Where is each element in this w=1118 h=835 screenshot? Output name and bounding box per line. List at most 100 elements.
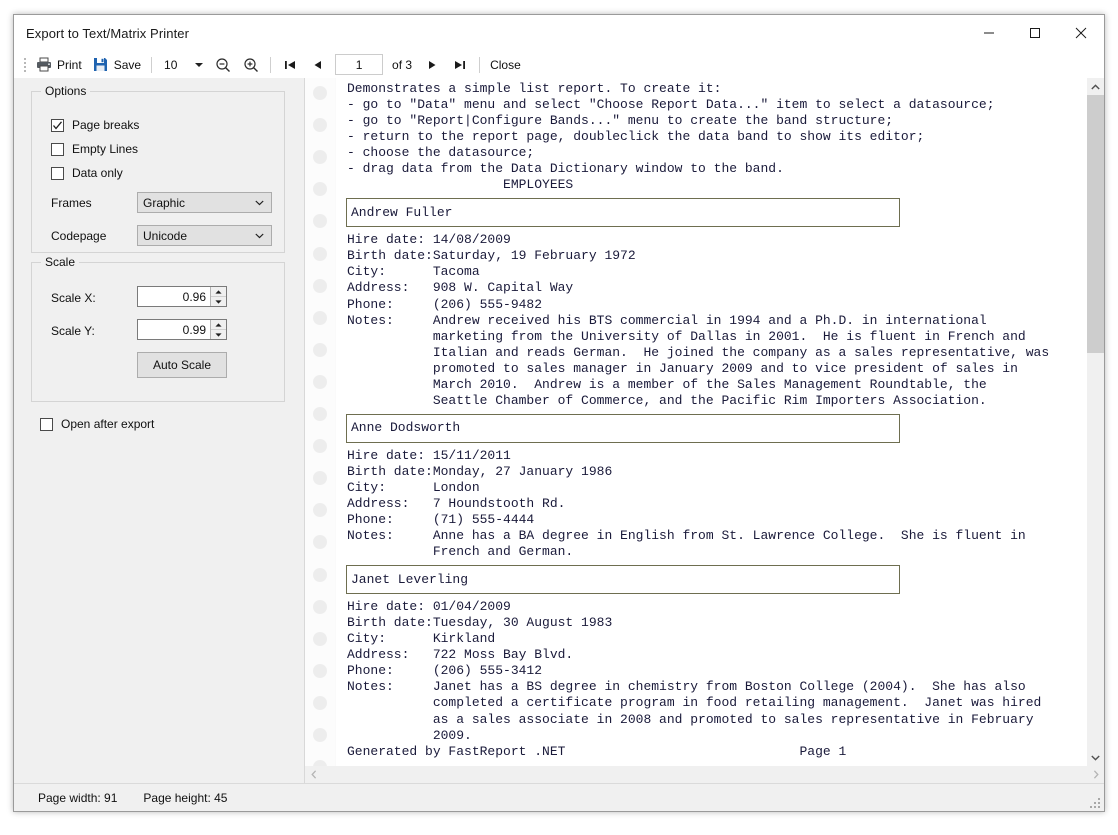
- toolbar-grip[interactable]: [22, 56, 28, 74]
- maximize-icon[interactable]: [1012, 15, 1058, 51]
- checkbox-open-after-export[interactable]: Open after export: [40, 417, 154, 431]
- spin-up-icon[interactable]: [211, 320, 226, 330]
- scroll-left-icon[interactable]: [305, 770, 322, 779]
- chevron-down-icon: [255, 200, 264, 206]
- employee-detail-line: completed a certificate program in food …: [347, 695, 1042, 711]
- checkbox-checked-icon: [51, 118, 64, 132]
- perforation-hole: [313, 246, 327, 261]
- chevron-down-icon: [195, 62, 204, 67]
- employee-detail-line: as a sales associate in 2008 and promote…: [347, 711, 1034, 727]
- open-after-export-label: Open after export: [61, 417, 155, 431]
- checkbox-page-breaks[interactable]: Page breaks: [51, 118, 139, 132]
- preview-viewport: Demonstrates a simple list report. To cr…: [305, 78, 1104, 766]
- spin-down-icon[interactable]: [211, 330, 226, 339]
- employee-detail-line: Notes: Janet has a BS degree in chemistr…: [347, 679, 1026, 695]
- vertical-scroll-thumb[interactable]: [1087, 95, 1104, 353]
- next-page-icon: [423, 56, 441, 74]
- zoom-out-button[interactable]: [209, 54, 237, 76]
- minimize-icon[interactable]: [966, 15, 1012, 51]
- perforation-hole: [313, 599, 327, 614]
- employee-detail-line: City: Tacoma: [347, 264, 480, 280]
- perforation-hole: [313, 567, 327, 582]
- last-page-button[interactable]: [446, 54, 474, 76]
- window-title: Export to Text/Matrix Printer: [26, 25, 190, 41]
- preview-vertical-scrollbar[interactable]: [1086, 78, 1104, 766]
- checkbox-data-only[interactable]: Data only: [51, 166, 123, 180]
- employee-detail-line: March 2010. Andrew is a member of the Sa…: [347, 376, 987, 392]
- employee-detail-line: Notes: Andrew received his BTS commercia…: [347, 312, 987, 328]
- scroll-down-icon[interactable]: [1087, 749, 1104, 766]
- next-page-button[interactable]: [418, 54, 446, 76]
- checkbox-empty-icon: [40, 417, 53, 431]
- scale-x-value: 0.96: [182, 289, 206, 304]
- status-page-height: Page height: 45: [143, 790, 228, 805]
- status-page-width: Page width: 91: [38, 790, 118, 805]
- page-count-label: of 3: [392, 57, 413, 72]
- codepage-combo[interactable]: Unicode: [137, 225, 272, 246]
- perforation-hole: [313, 535, 327, 550]
- employee-detail-line: Birth date:Tuesday, 30 August 1983: [347, 615, 613, 631]
- preview-pane: Demonstrates a simple list report. To cr…: [305, 78, 1104, 783]
- preview-horizontal-scrollbar[interactable]: [305, 766, 1104, 783]
- employee-detail-line: French and German.: [347, 544, 574, 560]
- employee-name: Janet Leverling: [351, 571, 469, 587]
- scale-x-spin-buttons[interactable]: [210, 287, 226, 306]
- options-pane: Options Page breaks Empty Lines Data onl…: [14, 78, 305, 783]
- report-intro-line: Demonstrates a simple list report. To cr…: [347, 81, 722, 96]
- perforation-hole: [313, 214, 327, 229]
- zoom-level-combo[interactable]: 10: [157, 53, 210, 76]
- employee-name-frame: Janet Leverling: [346, 565, 900, 595]
- close-label: Close: [490, 57, 521, 72]
- toolbar-separator-2: [270, 56, 272, 73]
- frames-combo[interactable]: Graphic: [137, 192, 272, 213]
- previous-page-button[interactable]: [304, 54, 332, 76]
- employee-detail-line: 2009.: [347, 727, 472, 743]
- checkbox-empty-icon: [51, 142, 64, 156]
- title-bar: Export to Text/Matrix Printer: [14, 15, 1104, 51]
- first-page-icon: [281, 56, 299, 74]
- save-button[interactable]: Save: [87, 54, 146, 76]
- close-icon[interactable]: [1058, 15, 1104, 51]
- perforation-hole: [313, 278, 327, 293]
- auto-scale-button[interactable]: Auto Scale: [137, 352, 227, 378]
- first-page-button[interactable]: [276, 54, 304, 76]
- scroll-up-icon[interactable]: [1087, 78, 1104, 95]
- scale-y-stepper[interactable]: 0.99: [137, 319, 227, 340]
- scale-x-stepper[interactable]: 0.96: [137, 286, 227, 307]
- floppy-disk-icon: [92, 56, 110, 74]
- toolbar-separator-3: [479, 56, 481, 73]
- data-only-label: Data only: [72, 166, 123, 180]
- scale-y-spin-buttons[interactable]: [210, 320, 226, 339]
- main-content: Options Page breaks Empty Lines Data onl…: [14, 78, 1104, 783]
- spin-up-icon[interactable]: [211, 287, 226, 297]
- employee-detail-line: City: London: [347, 479, 480, 495]
- resize-grip-icon[interactable]: [1088, 796, 1100, 808]
- scale-y-value: 0.99: [182, 322, 206, 337]
- employee-detail-line: promoted to sales manager in January 200…: [347, 360, 1018, 376]
- perforation-hole: [313, 118, 327, 133]
- report-section-heading: EMPLOYEES: [347, 177, 574, 193]
- zoom-in-button[interactable]: [237, 54, 265, 76]
- scroll-right-icon[interactable]: [1087, 770, 1104, 779]
- spin-down-icon[interactable]: [211, 297, 226, 306]
- previous-page-icon: [309, 56, 327, 74]
- checkbox-empty-lines[interactable]: Empty Lines: [51, 142, 138, 156]
- scale-x-label: Scale X:: [51, 291, 96, 305]
- employee-detail-line: Phone: (206) 555-3412: [347, 663, 543, 679]
- perforation-hole: [313, 182, 327, 197]
- employee-detail-line: Address: 908 W. Capital Way: [347, 280, 574, 296]
- report-preview-paper[interactable]: Demonstrates a simple list report. To cr…: [336, 78, 1086, 766]
- options-group-title: Options: [41, 84, 91, 98]
- print-button[interactable]: Print: [30, 54, 87, 76]
- chevron-down-icon: [255, 233, 264, 239]
- close-button[interactable]: Close: [485, 54, 526, 76]
- checkbox-empty-icon: [51, 166, 64, 180]
- perforation-hole: [313, 503, 327, 518]
- page-number-input[interactable]: 1: [335, 54, 384, 75]
- toolbar-separator-1: [151, 56, 153, 73]
- employee-detail-line: marketing from the University of Dallas …: [347, 328, 1026, 344]
- zoom-out-icon: [214, 56, 232, 74]
- vertical-scroll-track[interactable]: [1087, 95, 1104, 749]
- employee-detail-line: Hire date: 14/08/2009: [347, 232, 511, 248]
- employee-name-frame: Anne Dodsworth: [346, 413, 900, 443]
